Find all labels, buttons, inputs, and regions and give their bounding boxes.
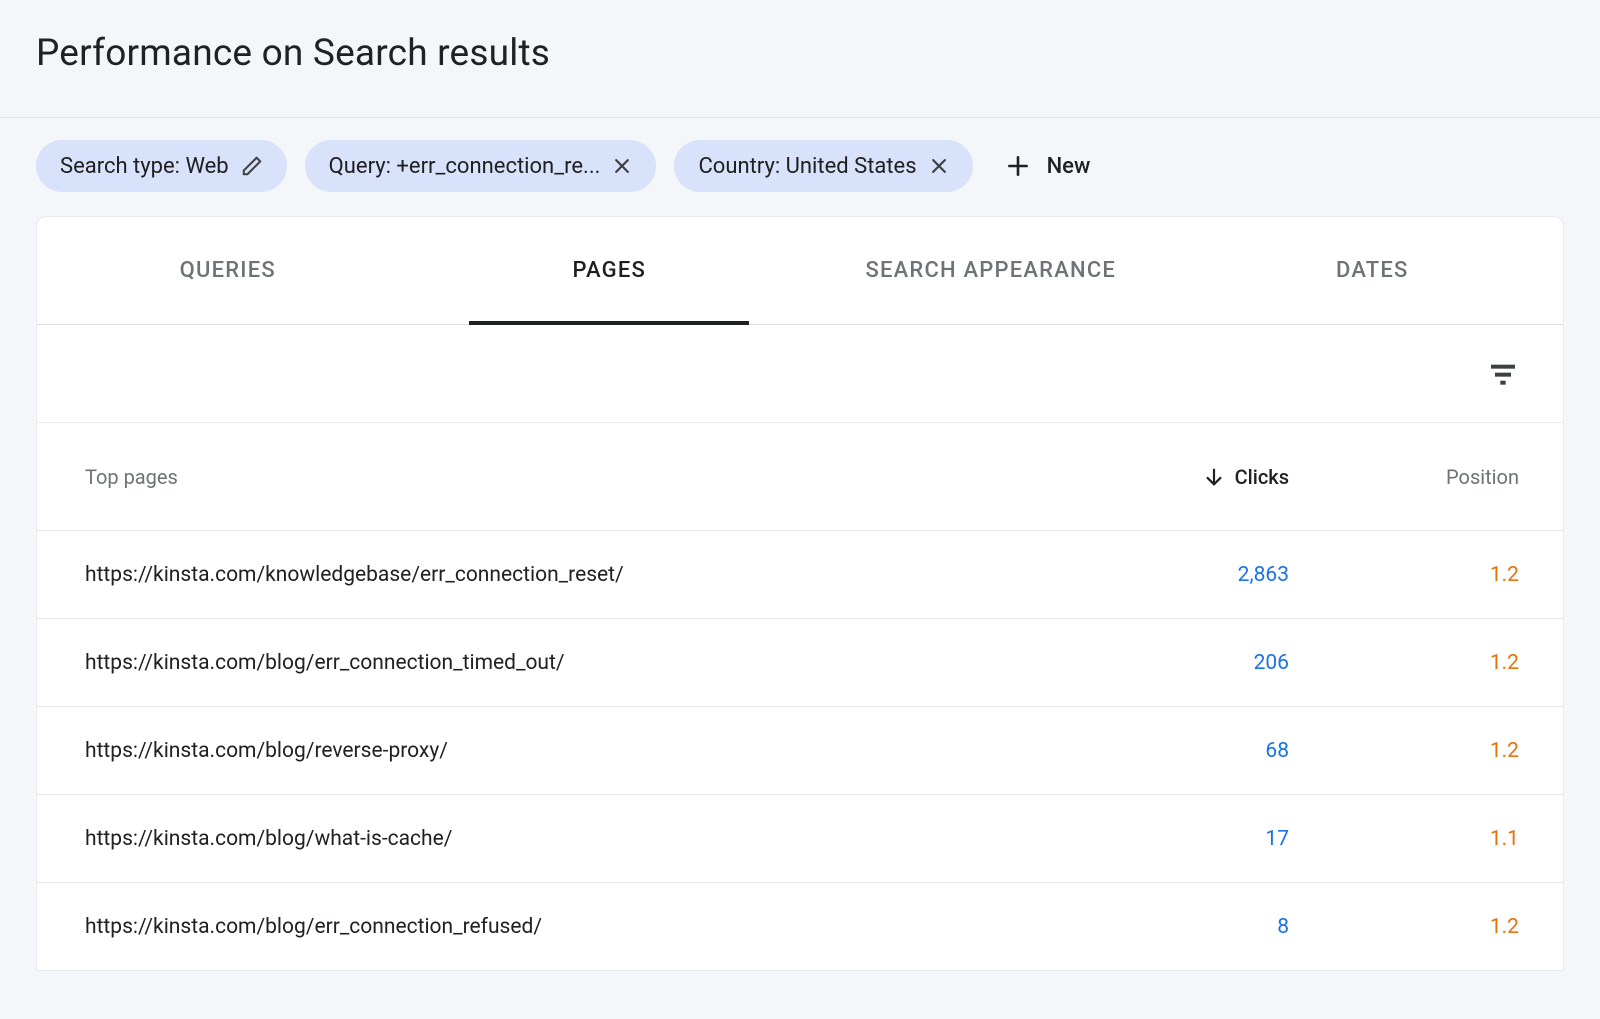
- cell-position: 1.2: [1490, 915, 1519, 939]
- page-title: Performance on Search results: [36, 32, 1564, 75]
- close-icon[interactable]: [929, 156, 949, 176]
- cell-position: 1.1: [1490, 827, 1519, 851]
- chip-query[interactable]: Query: +err_connection_re...: [305, 140, 657, 192]
- cell-url: https://kinsta.com/blog/reverse-proxy/: [85, 739, 1079, 763]
- arrow-down-icon: [1203, 466, 1225, 488]
- cell-url: https://kinsta.com/knowledgebase/err_con…: [85, 563, 1079, 587]
- cell-position: 1.2: [1490, 739, 1519, 763]
- column-clicks[interactable]: Clicks: [1203, 465, 1289, 489]
- divider: [0, 117, 1600, 118]
- table-header: Top pages Clicks Position: [37, 423, 1563, 531]
- pencil-icon: [241, 155, 263, 177]
- chip-search-type[interactable]: Search type: Web: [36, 140, 287, 192]
- column-position[interactable]: Position: [1446, 465, 1519, 489]
- chip-query-label: Query: +err_connection_re...: [329, 154, 601, 179]
- column-clicks-label: Clicks: [1235, 465, 1289, 489]
- close-icon[interactable]: [612, 156, 632, 176]
- chip-country-label: Country: United States: [698, 154, 916, 179]
- chip-country[interactable]: Country: United States: [674, 140, 972, 192]
- cell-position: 1.2: [1490, 651, 1519, 675]
- cell-clicks: 68: [1265, 739, 1289, 763]
- cell-url: https://kinsta.com/blog/err_connection_r…: [85, 915, 1079, 939]
- table-row[interactable]: https://kinsta.com/knowledgebase/err_con…: [37, 531, 1563, 619]
- cell-clicks: 8: [1277, 915, 1289, 939]
- table-row[interactable]: https://kinsta.com/blog/reverse-proxy/ 6…: [37, 707, 1563, 795]
- filters-row: Search type: Web Query: +err_connection_…: [36, 140, 1564, 192]
- tab-queries[interactable]: QUERIES: [37, 217, 419, 324]
- tabs: QUERIES PAGES SEARCH APPEARANCE DATES: [37, 217, 1563, 325]
- cell-url: https://kinsta.com/blog/err_connection_t…: [85, 651, 1079, 675]
- table-row[interactable]: https://kinsta.com/blog/what-is-cache/ 1…: [37, 795, 1563, 883]
- results-card: QUERIES PAGES SEARCH APPEARANCE DATES To…: [36, 216, 1564, 971]
- tab-pages[interactable]: PAGES: [419, 217, 801, 324]
- tab-dates[interactable]: DATES: [1182, 217, 1564, 324]
- table-toolbar: [37, 325, 1563, 423]
- cell-clicks: 17: [1265, 827, 1289, 851]
- column-pages[interactable]: Top pages: [85, 465, 1079, 489]
- filter-icon[interactable]: [1487, 358, 1519, 390]
- cell-clicks: 2,863: [1238, 563, 1289, 587]
- add-filter-button[interactable]: New: [991, 140, 1105, 192]
- cell-url: https://kinsta.com/blog/what-is-cache/: [85, 827, 1079, 851]
- table-row[interactable]: https://kinsta.com/blog/err_connection_t…: [37, 619, 1563, 707]
- add-filter-label: New: [1047, 154, 1091, 179]
- cell-position: 1.2: [1490, 563, 1519, 587]
- cell-clicks: 206: [1254, 651, 1289, 675]
- tab-search-appearance[interactable]: SEARCH APPEARANCE: [800, 217, 1182, 324]
- chip-search-type-label: Search type: Web: [60, 154, 229, 179]
- plus-icon: [1005, 153, 1031, 179]
- table-row[interactable]: https://kinsta.com/blog/err_connection_r…: [37, 883, 1563, 971]
